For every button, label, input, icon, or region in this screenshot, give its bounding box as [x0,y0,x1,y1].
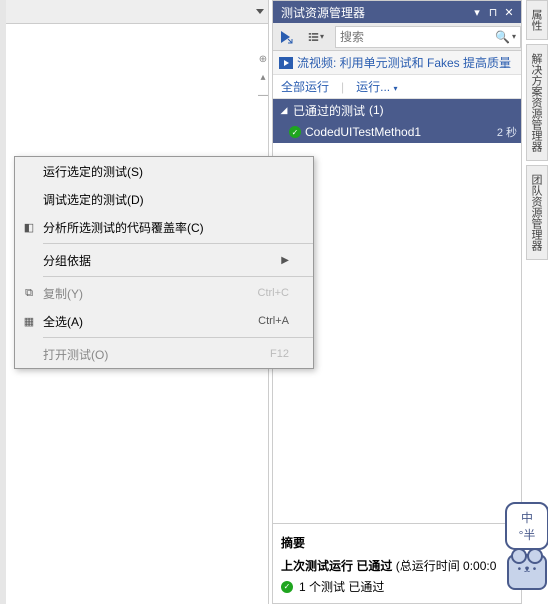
group-count: (1) [369,103,384,117]
lastrun-status: 已通过 [356,559,392,573]
run-menu-text: 运行... [356,80,390,94]
ctx-separator [43,243,313,244]
chevron-down-icon: ▾ [320,32,324,41]
editor-toolbar [6,0,268,24]
side-tabs: 属性 解决方案资源管理器 团队资源管理器 [526,0,548,264]
ctx-shortcut: F12 [270,348,289,360]
ctx-open-test: 打开测试(O) F12 [15,340,313,368]
group-button[interactable]: ▾ [305,26,327,48]
ctx-copy: ⧉ 复制(Y) Ctrl+C [15,279,313,307]
ctx-group-by[interactable]: 分组依据 ▶ [15,246,313,274]
ctx-select-all[interactable]: ▦ 全选(A) Ctrl+A [15,307,313,335]
ctx-analyze-coverage[interactable]: ◧ 分析所选测试的代码覆盖率(C) [15,213,313,241]
drag-handle-icon[interactable]: ⊕ [256,52,270,66]
run-menu-link[interactable]: 运行... ▾ [356,78,397,95]
dropdown-icon[interactable] [256,9,264,14]
test-duration: 2 秒 [497,124,517,140]
copy-icon: ⧉ [15,287,43,300]
coverage-icon: ◧ [15,221,43,234]
expander-icon[interactable]: ◢ [279,105,289,115]
run-button[interactable] [275,26,297,48]
editor-gutter: ⊕ ▴ — [254,52,272,102]
ctx-shortcut: Ctrl+C [258,287,289,299]
ctx-label: 打开测试(O) [43,346,270,363]
panel-toolbar: ▾ 🔍 ▾ [273,23,521,51]
search-input[interactable] [340,30,495,44]
panel-titlebar[interactable]: 测试资源管理器 ▾ ⊓ ✕ [273,1,521,23]
play-icon [279,30,293,44]
ctx-separator [43,276,313,277]
collapse-up-icon[interactable]: ▴ [256,70,270,84]
group-label: 已通过的测试 [293,102,365,119]
run-all-link[interactable]: 全部运行 [281,78,329,95]
ctx-separator [43,337,313,338]
pass-icon: ✓ [281,581,293,593]
test-row[interactable]: ✓ CodedUITestMethod1 2 秒 [273,121,521,143]
context-menu: 运行选定的测试(S) 调试选定的测试(D) ◧ 分析所选测试的代码覆盖率(C) … [14,156,314,369]
link-separator: | [341,80,344,94]
search-icon[interactable]: 🔍 [495,30,510,44]
summary-pane: 摘要 上次测试运行 已通过 (总运行时间 0:00:0 ✓ 1 个测试 已通过 [273,523,521,603]
summary-lastrun: 上次测试运行 已通过 (总运行时间 0:00:0 [281,557,513,574]
side-tab-team-explorer[interactable]: 团队资源管理器 [526,165,548,260]
test-group-header[interactable]: ◢ 已通过的测试 (1) [273,99,521,121]
ctx-debug-selected[interactable]: 调试选定的测试(D) [15,185,313,213]
dropdown-icon[interactable]: ▾ [469,4,485,20]
video-icon [279,57,293,69]
run-links: 全部运行 | 运行... ▾ [273,75,521,99]
ctx-run-selected[interactable]: 运行选定的测试(S) [15,157,313,185]
select-all-icon: ▦ [15,315,43,328]
summary-title: 摘要 [281,534,513,551]
video-link-text: 流视频: 利用单元测试和 Fakes 提高质量 [297,54,511,71]
summary-pass-line: ✓ 1 个测试 已通过 [281,578,513,595]
ctx-shortcut: Ctrl+A [258,315,289,327]
ctx-label: 复制(Y) [43,285,258,302]
mascot-text-top: 中 [521,509,533,526]
lastrun-time: (总运行时间 0:00:0 [396,559,497,573]
ctx-label: 运行选定的测试(S) [43,163,289,180]
panel-title-text: 测试资源管理器 [281,4,469,21]
side-tab-properties[interactable]: 属性 [526,0,548,40]
ctx-label: 调试选定的测试(D) [43,191,289,208]
pass-icon: ✓ [289,126,301,138]
video-link[interactable]: 流视频: 利用单元测试和 Fakes 提高质量 [273,51,521,75]
lastrun-label: 上次测试运行 [281,559,353,573]
submenu-arrow-icon: ▶ [281,255,289,266]
test-name: CodedUITestMethod1 [305,125,497,139]
list-icon [308,30,319,44]
side-tab-solution-explorer[interactable]: 解决方案资源管理器 [526,44,548,161]
search-box[interactable]: 🔍 ▾ [335,26,521,48]
pass-text: 1 个测试 已通过 [299,578,384,595]
close-icon[interactable]: ✕ [501,4,517,20]
line-icon: — [256,88,270,102]
chevron-down-icon[interactable]: ▾ [512,32,516,41]
pin-icon[interactable]: ⊓ [485,4,501,20]
chevron-down-icon: ▾ [394,84,398,93]
ctx-label: 分析所选测试的代码覆盖率(C) [43,219,289,236]
ctx-label: 分组依据 [43,252,275,269]
ctx-label: 全选(A) [43,313,258,330]
